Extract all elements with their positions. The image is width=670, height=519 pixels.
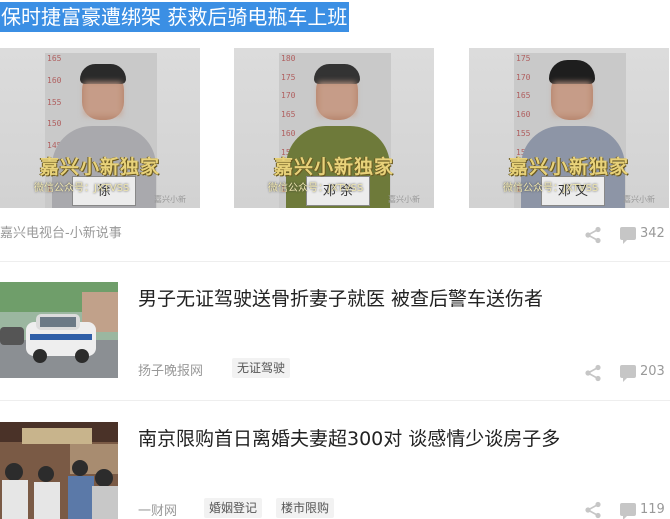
gallery-headline-link[interactable]: 保时捷富豪遭绑架 获救后骑电瓶车上班 [0,2,350,32]
article-tag[interactable]: 婚姻登记 [204,498,263,518]
wechat-caption: 微信公众号：JXTVSS [34,183,130,194]
comment-icon [620,227,636,244]
suspect-hair [80,64,126,84]
registry-office-image [0,422,118,519]
comment-count[interactable]: 203 [620,364,665,382]
comment-count[interactable]: 342 [620,226,665,244]
face-mosaic [84,82,122,116]
gallery-source[interactable]: 嘉兴电视台-小新说事 [0,222,122,241]
suspect-hair [314,64,360,84]
face-mosaic [318,82,356,116]
watermark: 嘉兴小新独家 [273,156,394,178]
share-icon[interactable] [584,501,602,519]
article-tag[interactable]: 楼市限购 [276,498,335,518]
article-source-2[interactable]: 一财网 [138,500,177,519]
article-thumbnail-2[interactable] [0,422,118,519]
logo-mark: 嘉兴小新 [623,195,655,204]
gallery-photo-2[interactable]: 180175170165160155150145 邓 余 嘉兴小新独家 微信公众… [234,48,434,208]
watermark: 嘉兴小新独家 [508,156,629,178]
article-thumbnail-1[interactable] [0,282,118,378]
gallery-photo-3[interactable]: 175170165160155150145140 邓 又 嘉兴小新独家 微信公众… [469,48,669,208]
article-source-1[interactable]: 扬子晚报网 [138,360,203,379]
divider [0,400,670,401]
share-icon[interactable] [584,364,602,382]
face-mosaic [553,82,591,116]
wechat-caption: 微信公众号：JXTVSS [503,183,599,194]
article-title-2[interactable]: 南京限购首日离婚夫妻超300对 谈感情少谈房子多 [138,424,560,451]
gallery-photo-1[interactable]: 165160155150145140135 徐 嘉兴小新独家 微信公众号：JXT… [0,48,200,208]
wechat-caption: 微信公众号：JXTVSS [268,183,364,194]
watermark: 嘉兴小新独家 [39,156,160,178]
police-car-image [0,282,118,378]
suspect-hair [549,60,595,84]
comment-number: 203 [640,364,665,379]
article-tag[interactable]: 无证驾驶 [232,358,291,378]
comment-count[interactable]: 119 [620,502,665,519]
comment-number: 119 [640,502,665,517]
logo-mark: 嘉兴小新 [154,195,186,204]
article-title-1[interactable]: 男子无证驾驶送骨折妻子就医 被查后警车送伤者 [138,284,543,311]
comment-icon [620,365,636,382]
comment-icon [620,503,636,519]
comment-number: 342 [640,226,665,241]
share-icon[interactable] [584,226,602,244]
logo-mark: 嘉兴小新 [388,195,420,204]
divider [0,261,670,262]
